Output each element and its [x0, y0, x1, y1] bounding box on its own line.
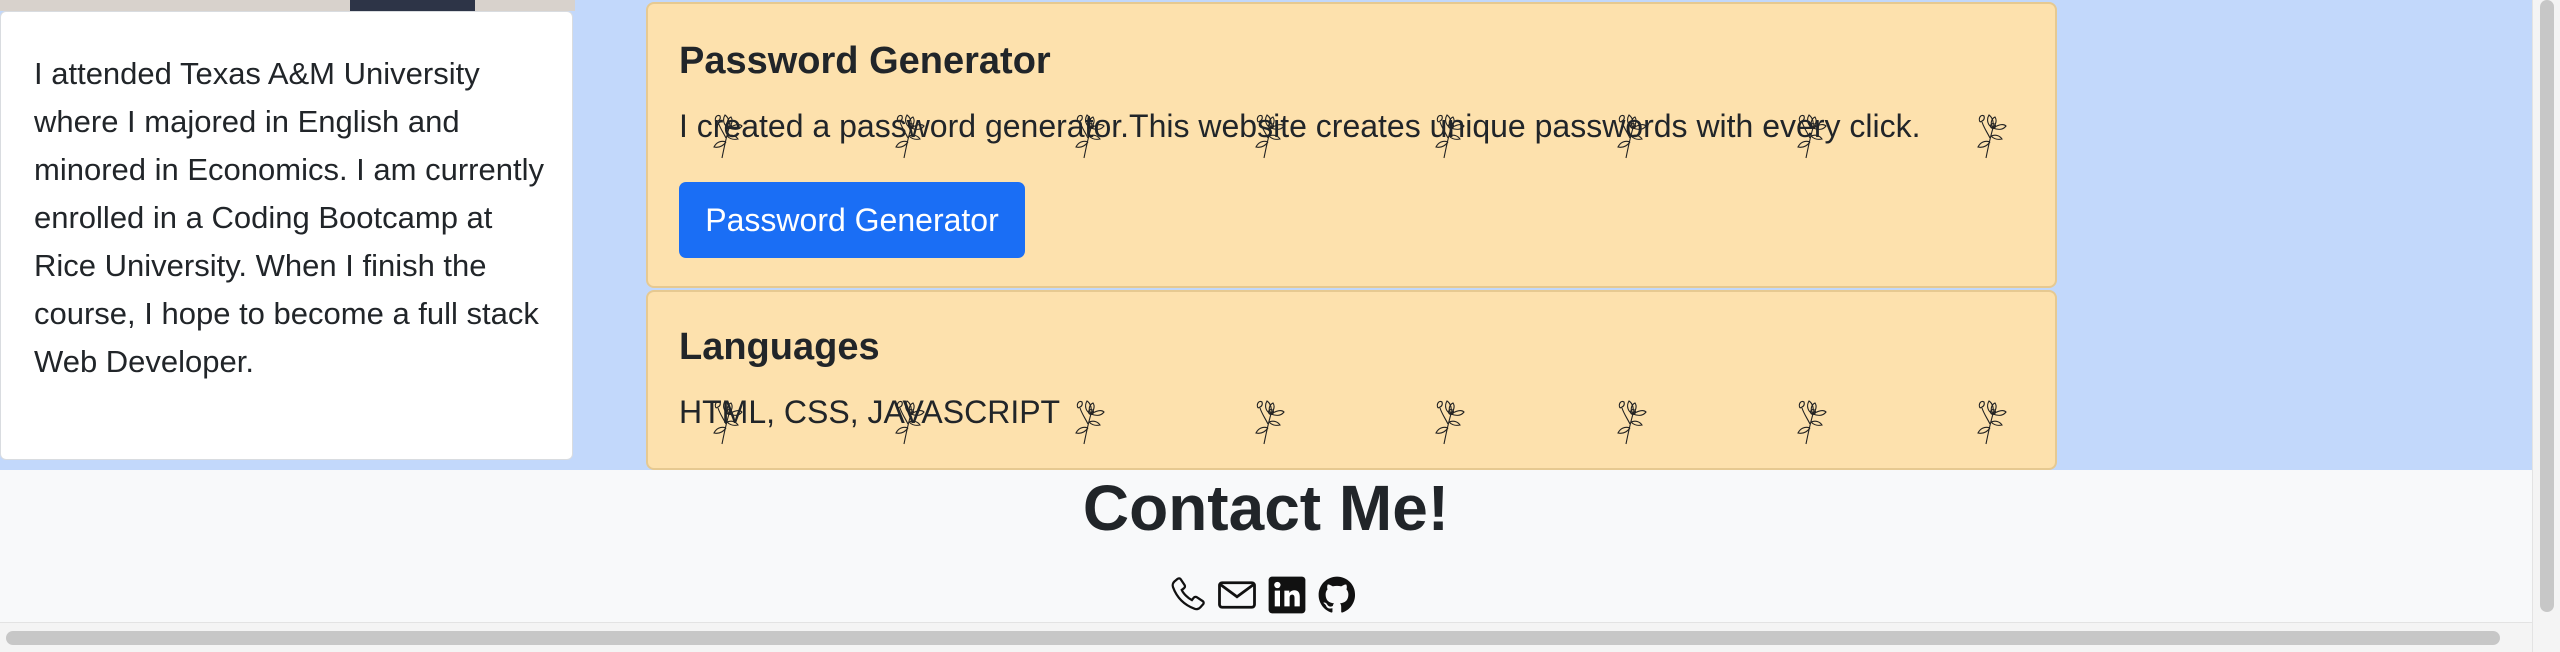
profile-photo	[0, 0, 575, 11]
flower-doodle-icon	[1970, 108, 2016, 160]
flower-doodle-icon	[1970, 394, 2016, 446]
flower-doodle-icon	[1068, 394, 1114, 446]
card-title: Languages	[679, 326, 880, 368]
vertical-scrollbar[interactable]	[2532, 0, 2560, 652]
vertical-scrollbar-thumb[interactable]	[2540, 0, 2554, 612]
flower-doodle-icon	[1248, 394, 1294, 446]
contact-icons	[1166, 574, 1358, 616]
main-section: I attended Texas A&M University where I …	[0, 0, 2532, 470]
email-icon[interactable]	[1216, 574, 1258, 616]
about-text: I attended Texas A&M University where I …	[34, 56, 544, 379]
languages-card: Languages HTML, CSS, JAVASCRIPT	[646, 290, 2057, 470]
password-generator-button[interactable]: Password Generator	[679, 182, 1025, 258]
password-generator-card: Password Generator I created a password …	[646, 2, 2057, 288]
phone-icon[interactable]	[1166, 574, 1208, 616]
flower-doodle-icon	[1610, 394, 1656, 446]
about-card: I attended Texas A&M University where I …	[0, 11, 573, 460]
github-icon[interactable]	[1316, 574, 1358, 616]
horizontal-scrollbar[interactable]	[0, 622, 2532, 652]
contact-title: Contact Me!	[1082, 472, 1450, 544]
profile-photo-detail	[350, 0, 475, 11]
linkedin-icon[interactable]	[1266, 574, 1308, 616]
flower-doodle-icon	[1790, 394, 1836, 446]
card-description: HTML, CSS, JAVASCRIPT	[679, 394, 1061, 430]
horizontal-scrollbar-thumb[interactable]	[6, 631, 2500, 645]
card-description: I created a password generator.This webs…	[679, 108, 1921, 144]
flower-doodle-icon	[1428, 394, 1474, 446]
card-title: Password Generator	[679, 40, 1051, 82]
